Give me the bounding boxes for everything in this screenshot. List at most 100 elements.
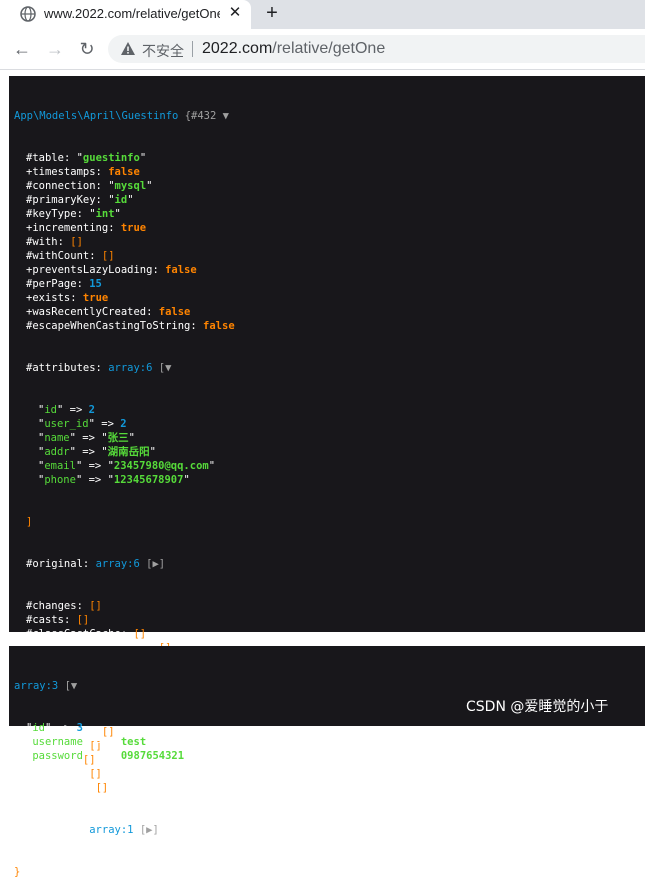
array-key: id [44,404,57,416]
property-key: #changes [26,600,77,612]
dump-header: App\Models\April\Guestinfo {#432 ▼ [14,109,640,123]
tab-title: www.2022.com/relative/getOne [44,6,220,21]
number-value: 15 [89,278,102,290]
property-row: +incrementing: true [26,222,147,234]
array-value: [] [95,782,109,794]
property-row: #withCount: [] [26,250,115,262]
object-ref-toggle[interactable]: {#432 ▼ [185,110,229,122]
property-row: #escapeWhenCastingToString: false [26,320,235,332]
array-item: "email" => "23457980@qq.com" [38,460,216,472]
property-key: #escapeWhenCastingToString [26,320,191,332]
array-item: "user_id" => 2 [38,418,127,430]
property-row: #changes: [] [26,600,102,612]
array-key: password [32,750,83,762]
property-key: +wasRecentlyCreated [26,306,147,318]
url-host: 2022.com [202,40,273,57]
property-row: #with: [] [26,236,83,248]
property-row: +preventsLazyLoading: false [26,264,197,276]
string-value: "mysql" [108,180,153,192]
property-key: #connection [26,180,96,192]
array-item: "name" => "张三" [38,432,135,444]
string-value: "guestinfo" [76,152,147,164]
reload-button[interactable]: ↻ [77,39,97,59]
array-key: email [44,460,76,472]
keyword-value: false [203,320,235,332]
attributes-toggle[interactable]: [▼ [159,362,172,374]
property-key: #with [26,236,58,248]
attributes-close: ] [26,516,33,528]
array-value: [] [89,600,102,612]
divider [192,41,193,57]
array-item: "username" => "test" [26,736,153,748]
array-value: [] [76,614,90,626]
string-value: "12345678907" [107,474,190,486]
url-text[interactable]: 2022.com/relative/getOne [202,40,385,58]
browser-toolbar: ← → ↻ 不安全 2022.com/relative/getOne [0,29,645,70]
property-row: #casts: [] [26,614,90,626]
guarded-toggle[interactable]: [▶] [140,824,159,836]
forward-button[interactable]: → [45,39,65,59]
string-value: "int" [89,208,121,220]
tab-bar: www.2022.com/relative/getOne ✕ + [0,0,645,29]
original-row: #original: array:6 [▶] [26,558,166,570]
watermark: CSDN @爱睡觉的小于 [466,699,609,715]
array-item: "addr" => "湖南岳阳" [38,446,156,458]
array-value: [] [101,250,115,262]
property-row: #fillable: [] [26,782,109,794]
array-key: id [32,722,45,734]
property-key: #visible [26,768,77,780]
array-item: "password" => "0987654321" [26,750,191,762]
number-value: 2 [120,418,127,430]
property-row: #classCastCache: [] [26,628,147,640]
property-row: #primaryKey: "id" [26,194,134,206]
property-key: +exists [26,292,71,304]
property-key: #primaryKey [26,194,96,206]
browser-tab[interactable]: www.2022.com/relative/getOne ✕ [0,0,251,29]
insecure-label[interactable]: 不安全 [142,41,184,61]
property-key: #table [26,152,64,164]
property-row: #keyType: "int" [26,208,121,220]
string-value: "23457980@qq.com" [107,460,216,472]
property-key: #classCastCache [26,628,121,640]
array-item: "phone" => "12345678907" [38,474,190,486]
array-meta: array:3 [14,680,59,692]
array-key: name [44,432,70,444]
globe-icon [20,6,36,22]
class-name: App\Models\April\Guestinfo [14,110,179,122]
address-bar[interactable]: 不安全 2022.com/relative/getOne [108,35,645,63]
original-toggle[interactable]: [▶] [146,558,165,570]
property-row: #connection: "mysql" [26,180,153,192]
string-value: "张三" [101,432,135,444]
property-row: #perPage: 15 [26,278,102,290]
array-key: user_id [44,418,89,430]
property-key: #keyType [26,208,77,220]
array-item: "id" => 2 [38,404,95,416]
keyword-value: false [165,264,197,276]
array-toggle[interactable]: [▼ [65,680,78,692]
var-dump-object: App\Models\April\Guestinfo {#432 ▼ #tabl… [9,76,645,878]
array-value: [] [133,628,147,640]
close-icon[interactable]: ✕ [227,5,243,21]
keyword-value: true [120,222,147,234]
back-button[interactable]: ← [12,39,32,59]
attributes-row: #attributes: array:6 [▼ [26,362,172,374]
string-value: "0987654321" [114,750,191,762]
property-key: +timestamps [26,166,96,178]
array-value: [] [89,768,102,780]
new-tab-button[interactable]: + [262,3,282,23]
guarded-row: #guarded: array:1 [▶] [26,824,159,836]
array-header: array:3 [▼ [14,679,640,693]
url-path: /relative/getOne [272,40,386,57]
array-key: username [32,736,83,748]
keyword-value: false [158,306,191,318]
object-close: } [14,866,21,878]
keyword-value: true [82,292,109,304]
keyword-value: false [108,166,140,178]
string-value: "id" [108,194,134,206]
string-value: "test" [114,736,153,748]
property-key: +incrementing [26,222,109,234]
property-row: #table: "guestinfo" [26,152,147,164]
property-key: #casts [26,614,64,626]
property-key: #fillable [26,782,83,794]
property-row: #visible: [] [26,768,102,780]
